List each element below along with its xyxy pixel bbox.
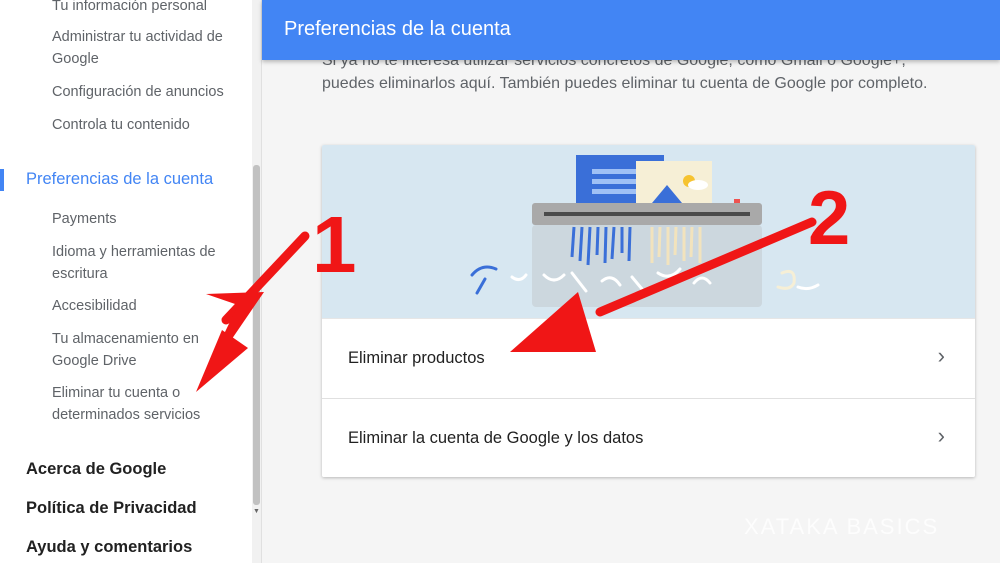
delete-products-label: Eliminar productos (348, 349, 485, 367)
sidebar-item-delete-account[interactable]: Eliminar tu cuenta o determinados servic… (52, 382, 242, 426)
watermark-text: XATAKA BASICS (744, 514, 940, 539)
sidebar-section-account-prefs[interactable]: Preferencias de la cuenta (26, 170, 213, 189)
sidebar-scrollbar[interactable]: ▼ (252, 0, 262, 563)
scroll-down-arrow-icon[interactable]: ▼ (252, 505, 261, 519)
shredder-illustration (322, 145, 975, 318)
sidebar-item-payments[interactable]: Payments (52, 208, 242, 230)
delete-options-card: Eliminar productos › Eliminar la cuenta … (322, 145, 975, 477)
scrollbar-thumb[interactable] (253, 165, 260, 505)
sidebar-item-content[interactable]: Controla tu contenido (52, 114, 242, 136)
sidebar-item-activity[interactable]: Administrar tu actividad de Google (52, 26, 242, 70)
header-bar: Preferencias de la cuenta (262, 0, 1000, 60)
delete-account-row[interactable]: Eliminar la cuenta de Google y los datos… (322, 398, 975, 477)
delete-products-row[interactable]: Eliminar productos › (322, 318, 975, 399)
chevron-right-icon: › (937, 423, 945, 448)
delete-account-label: Eliminar la cuenta de Google y los datos (348, 429, 644, 447)
page-title: Preferencias de la cuenta (284, 18, 511, 40)
sidebar-item-drive-storage[interactable]: Tu almacenamiento en Google Drive (52, 328, 242, 372)
sidebar-section-privacy[interactable]: Política de Privacidad (26, 499, 197, 518)
active-indicator (0, 169, 4, 191)
sidebar-item-personal-info[interactable]: Tu información personal (52, 0, 242, 17)
sidebar-item-ads[interactable]: Configuración de anuncios (52, 81, 242, 103)
intro-text: puedes eliminarlos aquí. También puedes … (322, 75, 928, 92)
sidebar-item-accessibility[interactable]: Accesibilidad (52, 295, 242, 317)
sidebar-section-help[interactable]: Ayuda y comentarios (26, 538, 192, 557)
sidebar: Tu información personal Administrar tu a… (0, 0, 252, 563)
sidebar-item-language[interactable]: Idioma y herramientas de escritura (52, 241, 242, 285)
chevron-right-icon: › (937, 343, 945, 368)
sidebar-section-about[interactable]: Acerca de Google (26, 460, 166, 479)
watermark: XATAKA BASICS (706, 514, 939, 540)
